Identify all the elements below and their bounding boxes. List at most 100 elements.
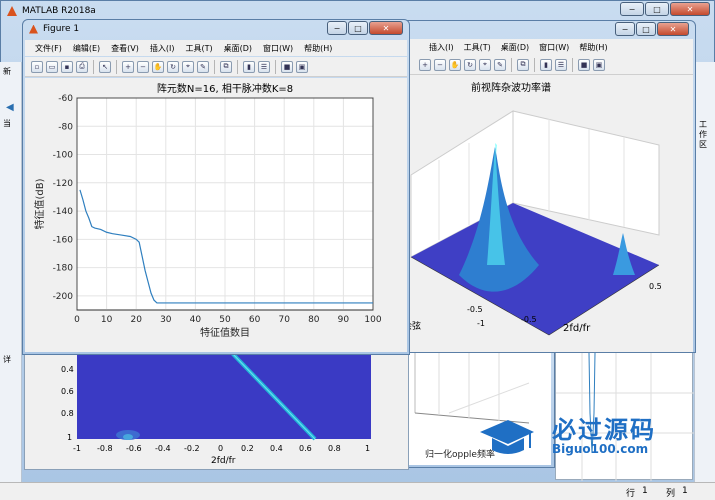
zoom-out-icon[interactable]: − — [137, 60, 149, 73]
new-figure-icon[interactable]: ▫ — [31, 60, 43, 73]
y-tick-label: -160 — [53, 235, 74, 245]
figure2-maximize-button[interactable]: □ — [636, 22, 656, 36]
figure3-xtick: 0.4 — [270, 444, 283, 453]
data-cursor-icon[interactable]: ⌖ — [182, 60, 194, 73]
brush-icon[interactable]: ✎ — [197, 60, 209, 73]
figure2-plot-area: 前视阵杂波功率谱 -0.5 0.5 -0.5 -1 2fd/fr 余弦 — [399, 75, 693, 352]
matlab-right-strip: 工作区 — [694, 62, 715, 482]
zoom-out-icon[interactable]: − — [434, 58, 446, 71]
back-arrow-icon[interactable]: ◀ — [6, 102, 14, 113]
figure2-menu-item[interactable]: 窗口(W) — [539, 42, 569, 53]
figure3-ytick-1: 0.6 — [61, 387, 74, 396]
matlab-title: MATLAB R2018a — [22, 6, 96, 16]
y-tick-label: -140 — [53, 207, 74, 217]
figure2-menu-item[interactable]: 桌面(D) — [501, 42, 529, 53]
x-tick-label: 60 — [249, 315, 261, 325]
show-plot-tools-icon[interactable]: ▣ — [296, 60, 308, 73]
figure3-ytick-3: 1 — [67, 433, 73, 442]
x-tick-label: 10 — [101, 315, 113, 325]
maximize-button[interactable]: □ — [645, 2, 669, 16]
edit-plot-arrow-icon[interactable]: ↖ — [99, 60, 111, 73]
data-cursor-icon[interactable]: ⌖ — [479, 58, 491, 71]
figure1-minimize-button[interactable]: − — [327, 21, 347, 35]
x-tick-label: 100 — [364, 315, 381, 325]
matlab-logo-icon — [7, 6, 17, 16]
figure1-plot-area: 0 10 20 30 40 50 60 70 80 90 100 -60 -80 -100 -120 -140… — [25, 78, 407, 352]
figure1-title: Figure 1 — [43, 24, 80, 34]
figure3-xtick: 1 — [365, 444, 371, 453]
figure2-toolbar: + − ✋ ↻ ⌖ ✎ ⧉ ▮ ☰ ■ ▣ — [399, 55, 693, 75]
link-plot-icon[interactable]: ⧉ — [220, 60, 232, 73]
y-tick-label: -60 — [58, 94, 73, 104]
matlab-window-buttons: − □ ✕ — [620, 2, 710, 16]
y-tick-label: -120 — [53, 179, 74, 189]
colorbar-icon[interactable]: ▮ — [540, 58, 552, 71]
legend-icon[interactable]: ☰ — [258, 60, 270, 73]
zoom-in-icon[interactable]: + — [419, 58, 431, 71]
watermark-line1: 必过源码 — [552, 416, 656, 444]
close-button[interactable]: ✕ — [670, 2, 710, 16]
status-bar: 行 1 列 1 — [0, 482, 715, 500]
print-icon[interactable]: ⎙ — [76, 60, 88, 73]
x-tick-label: 20 — [130, 315, 142, 325]
x-tick-label: 70 — [278, 315, 290, 325]
figure1-menu-desktop[interactable]: 桌面(D) — [224, 43, 252, 54]
hide-plot-tools-icon[interactable]: ■ — [578, 58, 590, 71]
hide-plot-tools-icon[interactable]: ■ — [281, 60, 293, 73]
figure2-ytick: -0.5 — [467, 305, 483, 314]
figure2-menu-item[interactable]: 插入(I) — [429, 42, 454, 53]
rotate-icon[interactable]: ↻ — [167, 60, 179, 73]
figure-icon — [29, 24, 38, 34]
figure1-menu-help[interactable]: 帮助(H) — [304, 43, 332, 54]
figure1-menu-window[interactable]: 窗口(W) — [263, 43, 293, 54]
figure2-xlabel: 2fd/fr — [563, 323, 591, 334]
figure1-menu-file[interactable]: 文件(F) — [35, 43, 62, 54]
figure1-close-button[interactable]: ✕ — [369, 21, 403, 35]
rotate-icon[interactable]: ↻ — [464, 58, 476, 71]
figure1-menubar: 文件(F) 编辑(E) 查看(V) 插入(I) 工具(T) 桌面(D) 窗口(W… — [25, 40, 407, 56]
figure1-window: Figure 1 − □ ✕ 文件(F) 编辑(E) 查看(V) 插入(I) 工… — [22, 19, 410, 355]
figure2-menu-item[interactable]: 帮助(H) — [579, 42, 607, 53]
zoom-in-icon[interactable]: + — [122, 60, 134, 73]
y-tick-label: -100 — [53, 151, 74, 161]
colorbar-icon[interactable]: ▮ — [243, 60, 255, 73]
link-plot-icon[interactable]: ⧉ — [517, 58, 529, 71]
figure3-xtick: -0.8 — [97, 444, 113, 453]
figure3-xlabel: 2fd/fr — [211, 456, 236, 466]
workspace-label[interactable]: 工作区 — [699, 120, 711, 150]
figure2-close-button[interactable]: ✕ — [657, 22, 689, 36]
figure2-surface — [410, 110, 660, 336]
save-icon[interactable]: ▪ — [61, 60, 73, 73]
figure3-xtick: 0.6 — [299, 444, 312, 453]
left-label-current: 当 — [3, 119, 11, 128]
figure3-xtick: -0.2 — [184, 444, 200, 453]
figure3-ytick-2: 0.8 — [61, 409, 74, 418]
figure1-maximize-button[interactable]: □ — [348, 21, 368, 35]
show-plot-tools-icon[interactable]: ▣ — [593, 58, 605, 71]
chart-title: 阵元数N=16, 相干脉冲数K=8 — [157, 82, 293, 95]
figure1-menu-edit[interactable]: 编辑(E) — [73, 43, 100, 54]
brush-icon[interactable]: ✎ — [494, 58, 506, 71]
status-row-value: 1 — [642, 486, 648, 496]
figure3-xtick: 0.2 — [241, 444, 254, 453]
y-tick-label: -180 — [53, 264, 74, 274]
watermark: 必过源码 Biguo100.com — [476, 410, 696, 466]
figure2-menubar: 插入(I) 工具(T) 桌面(D) 窗口(W) 帮助(H) — [399, 39, 693, 55]
open-file-icon[interactable]: ▭ — [46, 60, 58, 73]
figure1-menu-tools[interactable]: 工具(T) — [185, 43, 212, 54]
minimize-button[interactable]: − — [620, 2, 644, 16]
figure3-xtick: -1 — [73, 444, 81, 453]
figure1-menu-insert[interactable]: 插入(I) — [150, 43, 175, 54]
figure1-toolbar: ▫ ▭ ▪ ⎙ ↖ + − ✋ ↻ ⌖ ✎ ⧉ ▮ ☰ ■ ▣ — [25, 57, 407, 77]
figure2-minimize-button[interactable]: − — [615, 22, 635, 36]
figure3-xtick: 0 — [218, 444, 224, 453]
legend-icon[interactable]: ☰ — [555, 58, 567, 71]
figure1-menu-view[interactable]: 查看(V) — [111, 43, 139, 54]
pan-icon[interactable]: ✋ — [152, 60, 164, 73]
pan-icon[interactable]: ✋ — [449, 58, 461, 71]
figure3-xticks: -1 -0.8 -0.6 -0.4 -0.2 0 0.2 0.4 0.6 0.8… — [73, 444, 373, 454]
figure2-menu-item[interactable]: 工具(T) — [464, 42, 491, 53]
figure2-window-buttons: − □ ✕ — [615, 22, 689, 36]
x-tick-label: 50 — [219, 315, 231, 325]
status-col-value: 1 — [682, 486, 688, 496]
